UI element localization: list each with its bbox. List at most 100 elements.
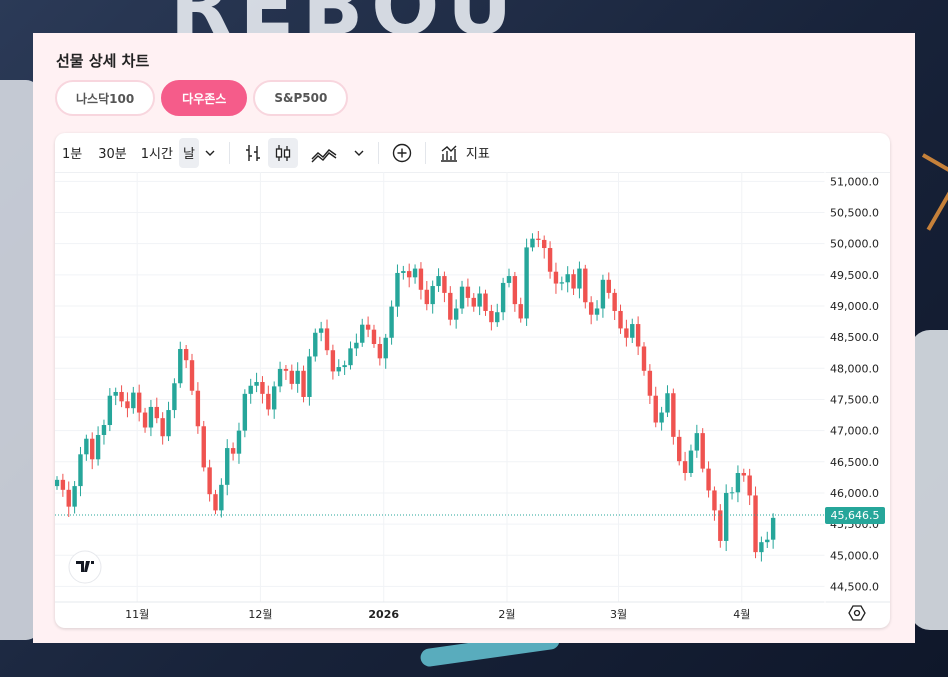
toolbar-divider [377,141,379,164]
y-tick-label: 45,000.0 [830,549,879,562]
bar-chart-type-button[interactable] [238,138,268,168]
y-tick-label: 47,000.0 [830,425,879,438]
candle-body [266,393,271,410]
candle-body [665,393,670,413]
y-tick-label: 49,000.0 [830,300,879,313]
candle-body [330,350,336,372]
candle-body [148,406,154,428]
candle-body [101,425,107,435]
candle-body [277,368,283,387]
candle-body [354,342,359,349]
candle-body [571,274,576,289]
candle-body [271,386,277,410]
candle-body [729,492,735,494]
interval-day-button[interactable]: 날 [178,137,199,168]
candle-body [430,286,435,305]
candle-chart-type-button[interactable] [267,137,298,168]
area-chart-type-button[interactable] [306,138,342,168]
candle-body [671,393,676,437]
chevron-down-icon [354,150,364,156]
candle-body [436,276,441,287]
plus-circle-icon [392,143,412,162]
candle-body [547,248,553,272]
indicators-icon [440,145,457,162]
candle-body [365,324,371,330]
candle-body [536,238,541,240]
candle-body [389,306,394,338]
candle-body [213,494,218,511]
candle-body [641,346,647,371]
candle-body [424,289,430,305]
candle-body [219,484,224,511]
candle-body [407,271,412,278]
candle-body [383,337,388,359]
y-tick-label: 46,000.0 [830,487,879,500]
candle-body [753,495,758,553]
interval-1h-button[interactable]: 1시간 [137,138,177,168]
tab-dow-jones[interactable]: 다우존스 [161,80,248,116]
x-tick-label: 11월 [125,608,149,621]
candle-body [612,292,617,311]
candle-body [66,489,71,507]
y-tick-label: 50,000.0 [830,238,879,251]
candle-body [635,324,641,347]
candle-body [318,328,324,333]
candle-body [84,438,89,455]
candle-body [682,461,688,473]
candle-body [700,433,705,469]
compare-add-button[interactable] [387,138,417,168]
tab-sp500[interactable]: S&P500 [253,80,349,116]
tab-nasdaq100[interactable]: 나스닥100 [55,80,156,116]
candle-body [248,385,253,394]
candle-body [694,433,700,451]
candle-body [371,329,377,344]
x-tick-label: 4월 [733,608,750,621]
candle-body [307,356,312,397]
candle-body [207,467,212,495]
interval-30m-button[interactable]: 30분 [94,138,131,168]
candle-body [342,365,347,368]
interval-dropdown-button[interactable] [199,138,221,168]
background-accent [910,330,948,630]
candle-body [706,468,711,491]
y-tick-label: 50,500.0 [830,207,879,220]
candle-body [283,368,289,371]
area-chart-icon [311,148,337,162]
candle-body [465,286,471,298]
candle-body [489,310,494,323]
candle-body [183,348,189,361]
index-tabs: 나스닥100 다우존스 S&P500 [55,80,349,116]
candle-body [653,395,658,423]
candle-body [160,418,165,437]
candle-body [500,282,506,313]
candle-body [741,473,746,476]
toolbar-divider [228,141,230,164]
candle-body [377,344,383,359]
candle-body [565,274,570,283]
candle-body [630,324,635,338]
interval-1m-button[interactable]: 1분 [58,138,86,168]
price-chart[interactable]: 51,000.0 50,500.0 50,000.0 49,500.0 49,000.0… [55,172,890,628]
chart-toolbar: 1분 30분 1시간 날 지표 [55,133,890,173]
candle-body [136,392,142,413]
indicators-button[interactable]: 지표 [434,138,494,168]
candle-body [606,279,611,293]
candle-body [225,448,230,485]
candle-body [530,238,535,248]
candle-body [418,268,424,290]
candle-body [201,426,206,468]
candle-body [254,382,259,386]
chart-type-dropdown-button[interactable] [348,138,370,168]
candlestick-icon [275,144,291,161]
candle-body [442,276,447,293]
panel-title: 선물 상세 차트 [56,52,150,70]
settings-gear-icon[interactable] [848,605,866,621]
candle-body [90,438,95,460]
candle-body [324,328,330,351]
candle-body [60,479,66,490]
candle-body [260,382,265,394]
chevron-down-icon [205,150,215,156]
candle-body [542,239,547,249]
candle-body [142,412,148,428]
candle-body [459,286,465,309]
